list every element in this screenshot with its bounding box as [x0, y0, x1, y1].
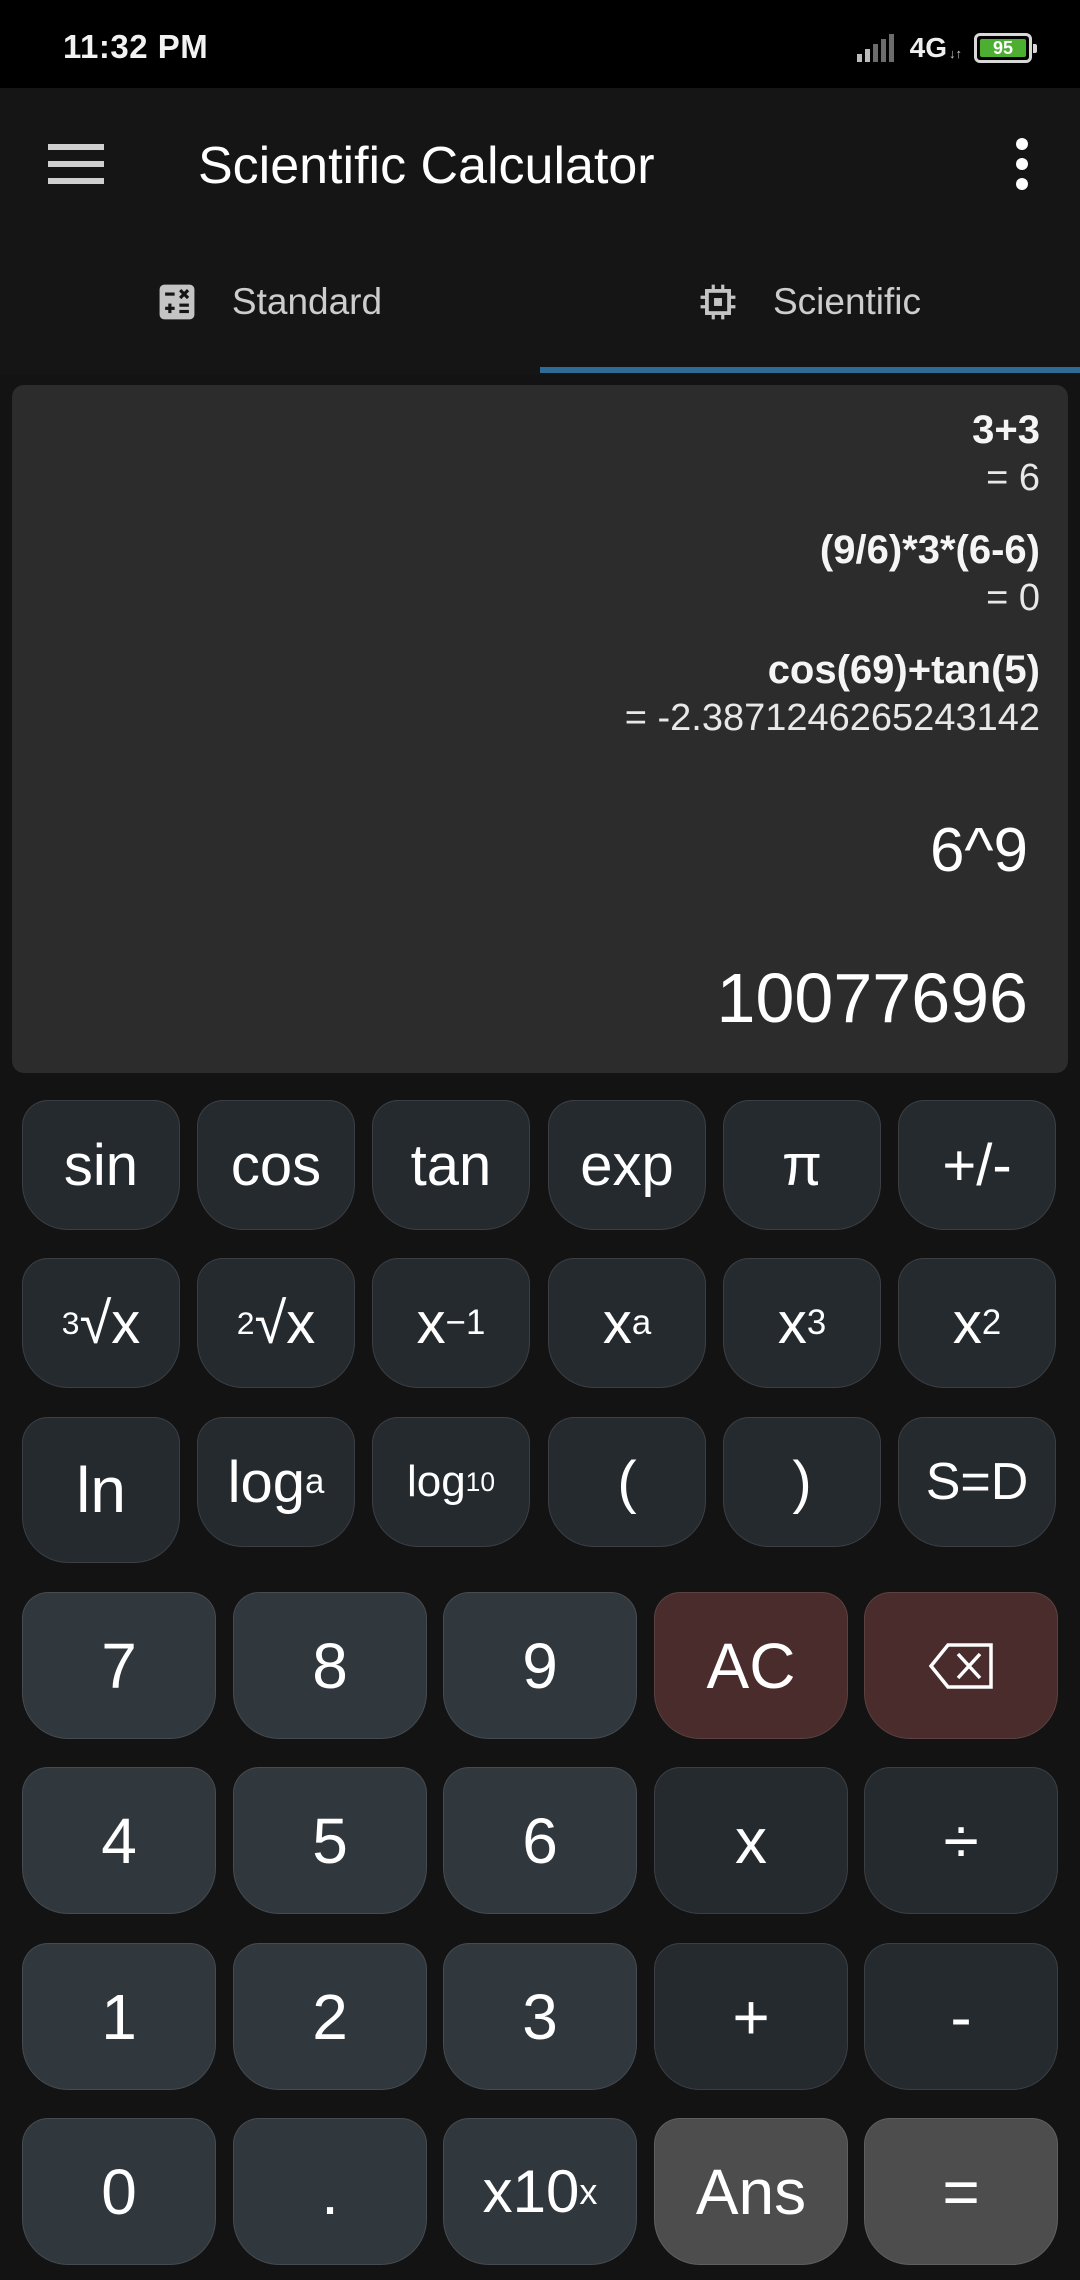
status-bar: 11:32 PM 4G ↓↑ 95 — [0, 0, 1080, 88]
signal-icon — [856, 34, 894, 62]
pi-button[interactable]: π — [723, 1100, 881, 1230]
base: x — [416, 1290, 446, 1356]
s-to-d-button[interactable]: S=D — [898, 1417, 1056, 1547]
history-item[interactable]: 3+3 = 6 — [625, 405, 1040, 501]
root-index: 3 — [61, 1304, 80, 1341]
digit-9-button[interactable]: 9 — [443, 1592, 637, 1739]
cos-button[interactable]: cos — [197, 1100, 355, 1230]
sci-base: x10 — [482, 2158, 580, 2225]
chip-icon — [700, 284, 736, 319]
tab-standard[interactable]: Standard — [0, 250, 540, 375]
digit-2-button[interactable]: 2 — [233, 1943, 427, 2090]
answer-button[interactable]: Ans — [654, 2118, 848, 2265]
calculator-icon — [159, 284, 195, 319]
hamburger-menu-icon[interactable] — [48, 144, 106, 184]
history-result: = 0 — [986, 577, 1040, 619]
divide-button[interactable]: ÷ — [864, 1767, 1058, 1914]
digit-3-button[interactable]: 3 — [443, 1943, 637, 2090]
subtract-button[interactable]: - — [864, 1943, 1058, 2090]
sin-button[interactable]: sin — [22, 1100, 180, 1230]
power-button[interactable]: xa — [548, 1258, 706, 1388]
network-type: 4G — [909, 32, 947, 63]
tan-button[interactable]: tan — [372, 1100, 530, 1230]
tab-scientific[interactable]: Scientific — [540, 250, 1080, 375]
digit-8-button[interactable]: 8 — [233, 1592, 427, 1739]
digit-1-button[interactable]: 1 — [22, 1943, 216, 2090]
tab-label: Standard — [231, 280, 383, 322]
battery-level: 95 — [980, 39, 1026, 57]
mode-tabs: Standard Scientific — [0, 250, 1080, 375]
status-icons: 4G ↓↑ 95 — [856, 30, 1037, 66]
inverse-button[interactable]: x −1 — [372, 1258, 530, 1388]
base: x — [777, 1290, 807, 1356]
battery-icon: 95 — [974, 33, 1037, 63]
app-bar: Scientific Calculator — [0, 88, 1080, 250]
more-vertical-icon[interactable] — [1012, 138, 1032, 190]
result-output: 10077696 — [716, 959, 1028, 1037]
multiply-button[interactable]: x — [654, 1767, 848, 1914]
equals-button[interactable]: = — [864, 2118, 1058, 2265]
history-expression: (9/6)*3*(6-6) — [819, 528, 1040, 572]
cube-button[interactable]: x3 — [723, 1258, 881, 1388]
digit-0-button[interactable]: 0 — [22, 2118, 216, 2265]
log-label: log — [227, 1449, 306, 1515]
tab-label: Scientific — [772, 280, 922, 322]
status-time: 11:32 PM — [63, 28, 209, 65]
ln-button[interactable]: ln — [22, 1417, 180, 1563]
root-body: √x — [79, 1290, 141, 1356]
backspace-button[interactable] — [864, 1592, 1058, 1739]
negate-button[interactable]: +/- — [898, 1100, 1056, 1230]
add-button[interactable]: + — [654, 1943, 848, 2090]
history-item[interactable]: (9/6)*3*(6-6) = 0 — [625, 525, 1040, 621]
digit-5-button[interactable]: 5 — [233, 1767, 427, 1914]
open-paren-button[interactable]: ( — [548, 1417, 706, 1547]
base: x — [952, 1290, 982, 1356]
digit-6-button[interactable]: 6 — [443, 1767, 637, 1914]
log-10-button[interactable]: log 10 — [372, 1417, 530, 1547]
root-body: √x — [254, 1290, 316, 1356]
history-item[interactable]: cos(69)+tan(5) = -2.3871246265243142 — [625, 645, 1040, 741]
history-expression: cos(69)+tan(5) — [767, 648, 1040, 692]
app-title: Scientific Calculator — [198, 137, 655, 195]
backspace-icon — [928, 1642, 993, 1689]
all-clear-button[interactable]: AC — [654, 1592, 848, 1739]
network-activity-icon: ↓↑ — [949, 45, 962, 61]
root-index: 2 — [236, 1304, 255, 1341]
log-a-button[interactable]: log a — [197, 1417, 355, 1547]
base: x — [602, 1290, 632, 1356]
history-result: = 6 — [986, 457, 1040, 499]
history-list: 3+3 = 6 (9/6)*3*(6-6) = 0 cos(69)+tan(5)… — [625, 405, 1040, 765]
history-result: = -2.3871246265243142 — [624, 697, 1040, 739]
square-button[interactable]: x2 — [898, 1258, 1056, 1388]
exp-button[interactable]: exp — [548, 1100, 706, 1230]
history-expression: 3+3 — [972, 408, 1040, 452]
sci-notation-button[interactable]: x10 x — [443, 2118, 637, 2265]
digit-7-button[interactable]: 7 — [22, 1592, 216, 1739]
square-root-button[interactable]: 2 √x — [197, 1258, 355, 1388]
decimal-button[interactable]: . — [233, 2118, 427, 2265]
log-label: log — [406, 1457, 466, 1506]
cube-root-button[interactable]: 3 √x — [22, 1258, 180, 1388]
calculator-display: 3+3 = 6 (9/6)*3*(6-6) = 0 cos(69)+tan(5)… — [12, 385, 1068, 1073]
digit-4-button[interactable]: 4 — [22, 1767, 216, 1914]
close-paren-button[interactable]: ) — [723, 1417, 881, 1547]
expression-input[interactable]: 6^9 — [930, 815, 1028, 886]
